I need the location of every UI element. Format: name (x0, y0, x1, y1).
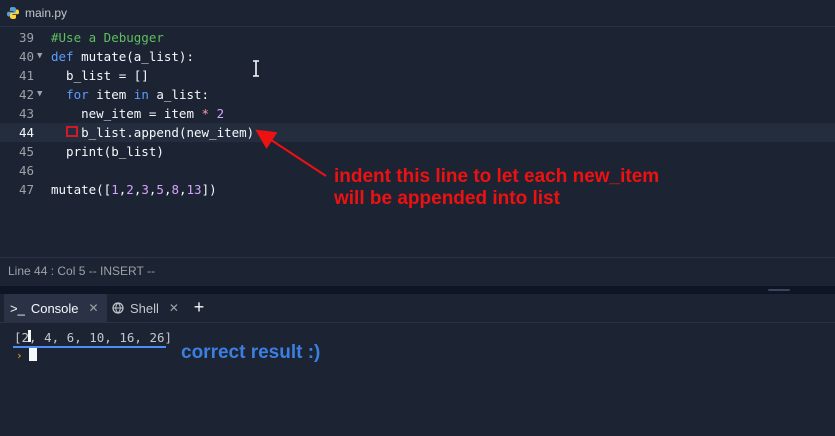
code-line[interactable]: 44 b_list.append(new_item) (0, 123, 835, 142)
line-number: 39 (18, 30, 34, 45)
file-tab-label: main.py (25, 6, 68, 20)
indent-annotation: indent this line to let each new_item wi… (334, 166, 660, 209)
selection-mark (28, 330, 31, 342)
line-number: 42 (18, 87, 34, 102)
line-number: 45 (18, 144, 34, 159)
tab-shell-label: Shell (130, 300, 159, 316)
fold-arrow-icon[interactable]: ▼ (37, 85, 42, 104)
editor-tab-bar: main.py (0, 0, 835, 27)
code-text: b_list = [] (51, 68, 149, 83)
tab-console-label: Console (30, 300, 79, 316)
code-line[interactable]: 41 b_list = [] (0, 66, 835, 85)
code-line[interactable]: 42 ▼ for item in a_list: (0, 85, 835, 104)
code-text: #Use a Debugger (51, 30, 164, 45)
code-text: b_list.append(new_item) (66, 125, 255, 140)
code-text: def mutate(a_list): (51, 49, 194, 64)
close-icon[interactable]: ✕ (169, 301, 179, 315)
editor-pane: main.py 39 #Use a Debugger 40 ▼ def mutate(a… (0, 0, 835, 286)
line-number: 46 (18, 163, 34, 178)
code-text: mutate([1,2,3,5,8,13]) (51, 182, 217, 197)
fold-arrow-icon[interactable]: ▼ (37, 47, 42, 66)
text-cursor-icon (253, 60, 259, 77)
close-icon[interactable]: ✕ (89, 301, 99, 315)
tab-console[interactable]: >_ Console ✕ (4, 294, 107, 322)
console-output: [2, 4, 6, 10, 16, 26] (14, 330, 173, 345)
line-number: 43 (18, 106, 34, 121)
console-cursor[interactable] (29, 348, 37, 361)
add-tab-icon[interactable]: + (190, 298, 208, 316)
console-tab-bar: >_ Console ✕ Shell ✕ + (0, 294, 835, 323)
code-text: new_item = item * 2 (51, 106, 225, 121)
console-prompt: › (16, 349, 23, 362)
terminal-icon: >_ (10, 300, 25, 316)
code-line[interactable]: 40 ▼ def mutate(a_list): (0, 47, 835, 66)
line-number: 41 (18, 68, 34, 83)
file-tab-main-py[interactable]: main.py (6, 5, 67, 21)
code-line[interactable]: 43 new_item = item * 2 (0, 104, 835, 123)
code-line[interactable]: 45 print(b_list) (0, 142, 835, 161)
python-icon (7, 7, 19, 19)
code-line[interactable]: 39 #Use a Debugger (0, 28, 835, 47)
tab-shell[interactable]: Shell ✕ (112, 294, 179, 322)
code-text: for item in a_list: (66, 87, 210, 102)
code-text: print(b_list) (51, 144, 164, 159)
line-number: 47 (18, 182, 34, 197)
editor-status-bar: Line 44 : Col 5 -- INSERT -- (0, 257, 835, 285)
resize-grip[interactable] (768, 289, 790, 291)
result-annotation: correct result :) (181, 342, 321, 363)
shell-icon (112, 302, 124, 314)
pane-resize-handle[interactable] (0, 286, 835, 294)
line-number: 44 (18, 125, 34, 140)
console-pane: >_ Console ✕ Shell ✕ + [2, 4, 6, 10, 16,… (0, 294, 835, 436)
highlight-box (66, 126, 78, 137)
line-number: 40 (18, 49, 34, 64)
